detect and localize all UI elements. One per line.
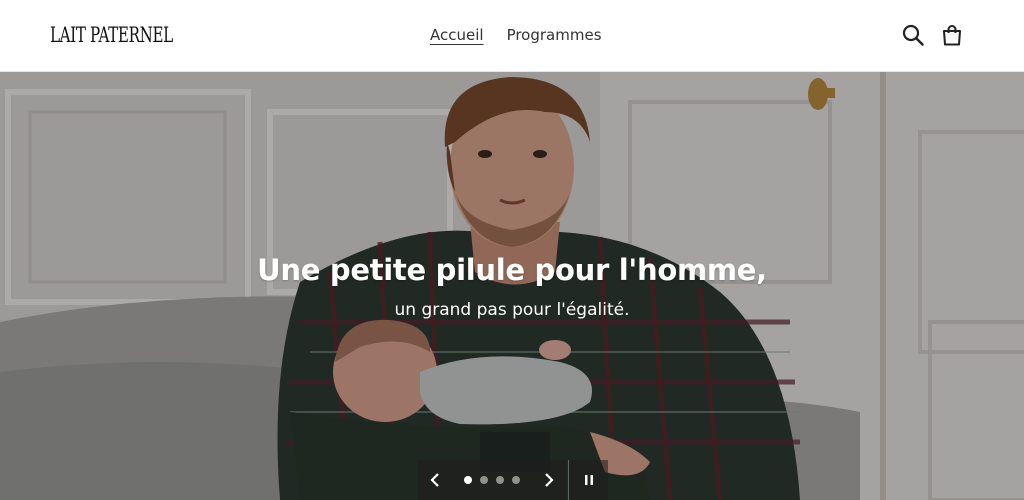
slideshow-controls xyxy=(418,460,608,500)
cart-icon[interactable] xyxy=(939,22,965,48)
slide-dot-1[interactable] xyxy=(464,476,472,484)
search-icon[interactable] xyxy=(900,22,926,48)
slideshow-nav xyxy=(418,460,566,500)
pause-button[interactable] xyxy=(568,460,608,500)
slide-dot-2[interactable] xyxy=(480,476,488,484)
slide-dots xyxy=(464,476,520,484)
hero-heading: Une petite pilule pour l'homme, xyxy=(257,253,767,287)
hero-slideshow: Une petite pilule pour l'homme, un grand… xyxy=(0,72,1024,500)
slide-dot-4[interactable] xyxy=(512,476,520,484)
hero-subheading: un grand pas pour l'égalité. xyxy=(394,300,630,320)
chevron-left-icon[interactable] xyxy=(428,473,442,487)
nav-link-programmes[interactable]: Programmes xyxy=(507,24,602,46)
nav-link-accueil[interactable]: Accueil xyxy=(430,24,484,46)
main-nav: Accueil Programmes xyxy=(430,24,602,46)
site-header: LAIT PATERNEL Accueil Programmes xyxy=(0,0,1024,72)
site-logo[interactable]: LAIT PATERNEL xyxy=(50,21,173,49)
pause-icon xyxy=(584,475,593,485)
chevron-right-icon[interactable] xyxy=(542,473,556,487)
slide-dot-3[interactable] xyxy=(496,476,504,484)
